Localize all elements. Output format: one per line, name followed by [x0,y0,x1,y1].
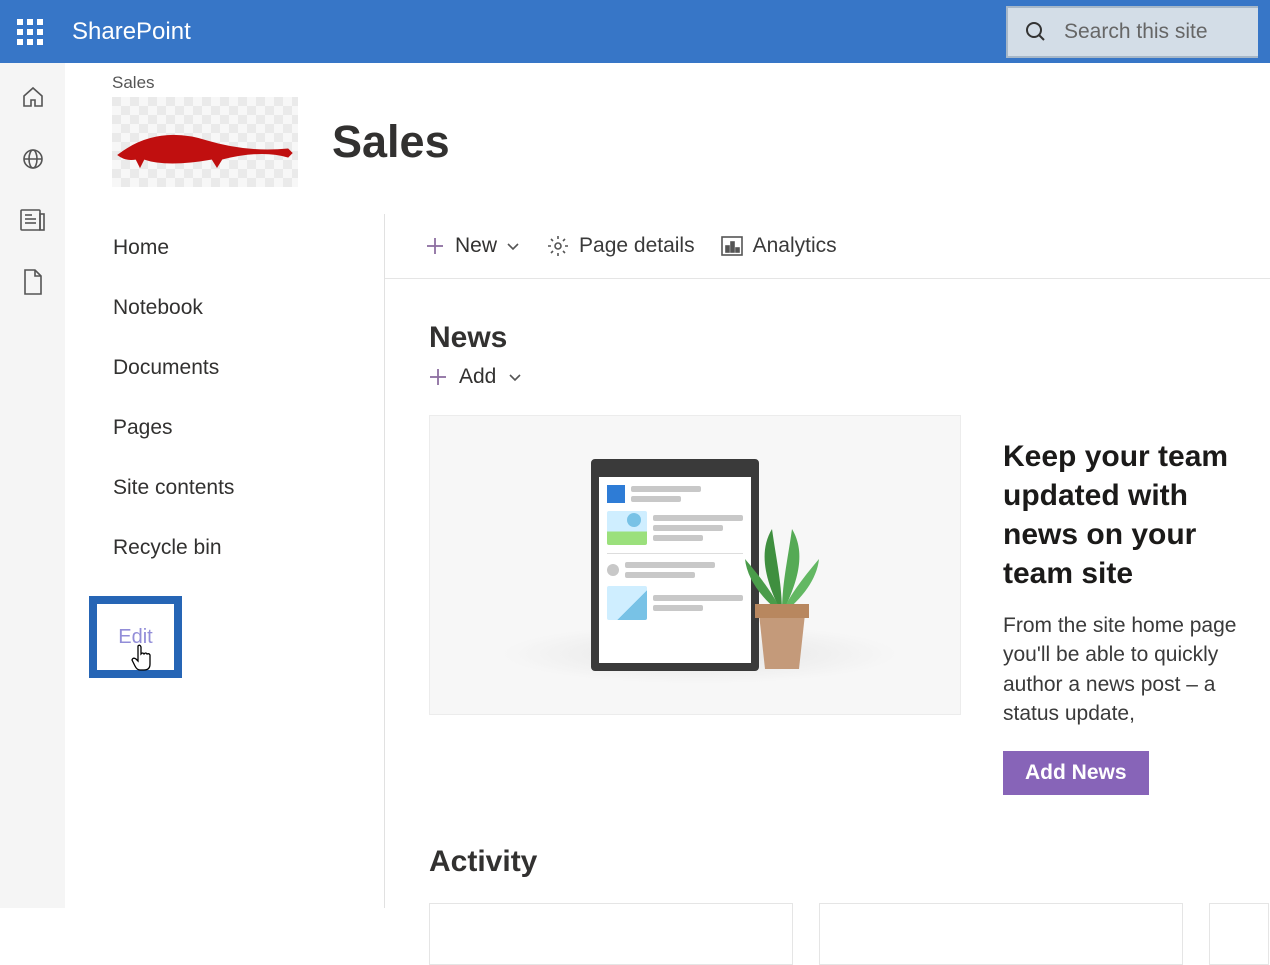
command-bar: New Page details Analytics [385,214,1270,279]
left-navigation: Home Notebook Documents Pages Site conte… [65,214,385,908]
nav-documents[interactable]: Documents [113,356,384,380]
new-button[interactable]: New [425,234,521,258]
activity-card[interactable] [1209,903,1269,965]
plus-icon [429,368,447,386]
activity-card[interactable] [819,903,1183,965]
activity-card-row [429,903,1270,965]
site-header: Sales Sales [112,73,1270,187]
news-illustration [429,415,961,715]
home-icon[interactable] [21,85,45,109]
tablet-icon [591,459,759,671]
add-label: Add [459,365,496,389]
chevron-down-icon [508,370,522,384]
suite-bar: SharePoint Search this site [0,0,1270,63]
left-rail [0,63,65,908]
activity-card[interactable] [429,903,793,965]
globe-icon[interactable] [21,147,45,171]
app-launcher-icon[interactable] [10,12,50,52]
news-heading: News [429,321,1270,355]
chevron-down-icon [505,238,521,254]
car-logo-icon [112,127,298,172]
nav-notebook[interactable]: Notebook [113,296,384,320]
page-title: Sales [332,116,450,168]
nav-edit-button[interactable]: Edit [89,596,182,678]
analytics-icon [721,236,743,256]
file-icon[interactable] [23,269,43,295]
plant-icon [737,524,827,674]
news-promo-title: Keep your team updated with news on your… [1003,437,1270,593]
new-label: New [455,234,497,258]
nav-pages[interactable]: Pages [113,416,384,440]
plus-icon [425,236,445,256]
nav-site-contents[interactable]: Site contents [113,476,384,500]
analytics-button[interactable]: Analytics [721,234,837,258]
page-details-button[interactable]: Page details [547,234,695,258]
gear-icon [547,235,569,257]
cursor-hand-icon [129,642,157,672]
news-promo-body: From the site home page you'll be able t… [1003,611,1270,729]
search-icon [1024,20,1048,44]
search-placeholder: Search this site [1064,20,1208,44]
analytics-label: Analytics [753,234,837,258]
breadcrumb[interactable]: Sales [112,73,1270,93]
nav-home[interactable]: Home [113,236,384,260]
app-name[interactable]: SharePoint [72,18,191,46]
activity-heading: Activity [429,845,1270,879]
main-content: New Page details Analytics News Add [385,214,1270,965]
news-icon[interactable] [20,209,45,231]
add-news-button[interactable]: Add News [1003,751,1149,795]
add-news-link[interactable]: Add [429,365,1270,389]
search-input[interactable]: Search this site [1006,6,1258,58]
site-logo[interactable] [112,97,298,187]
nav-recycle-bin[interactable]: Recycle bin [113,536,384,560]
page-details-label: Page details [579,234,695,258]
